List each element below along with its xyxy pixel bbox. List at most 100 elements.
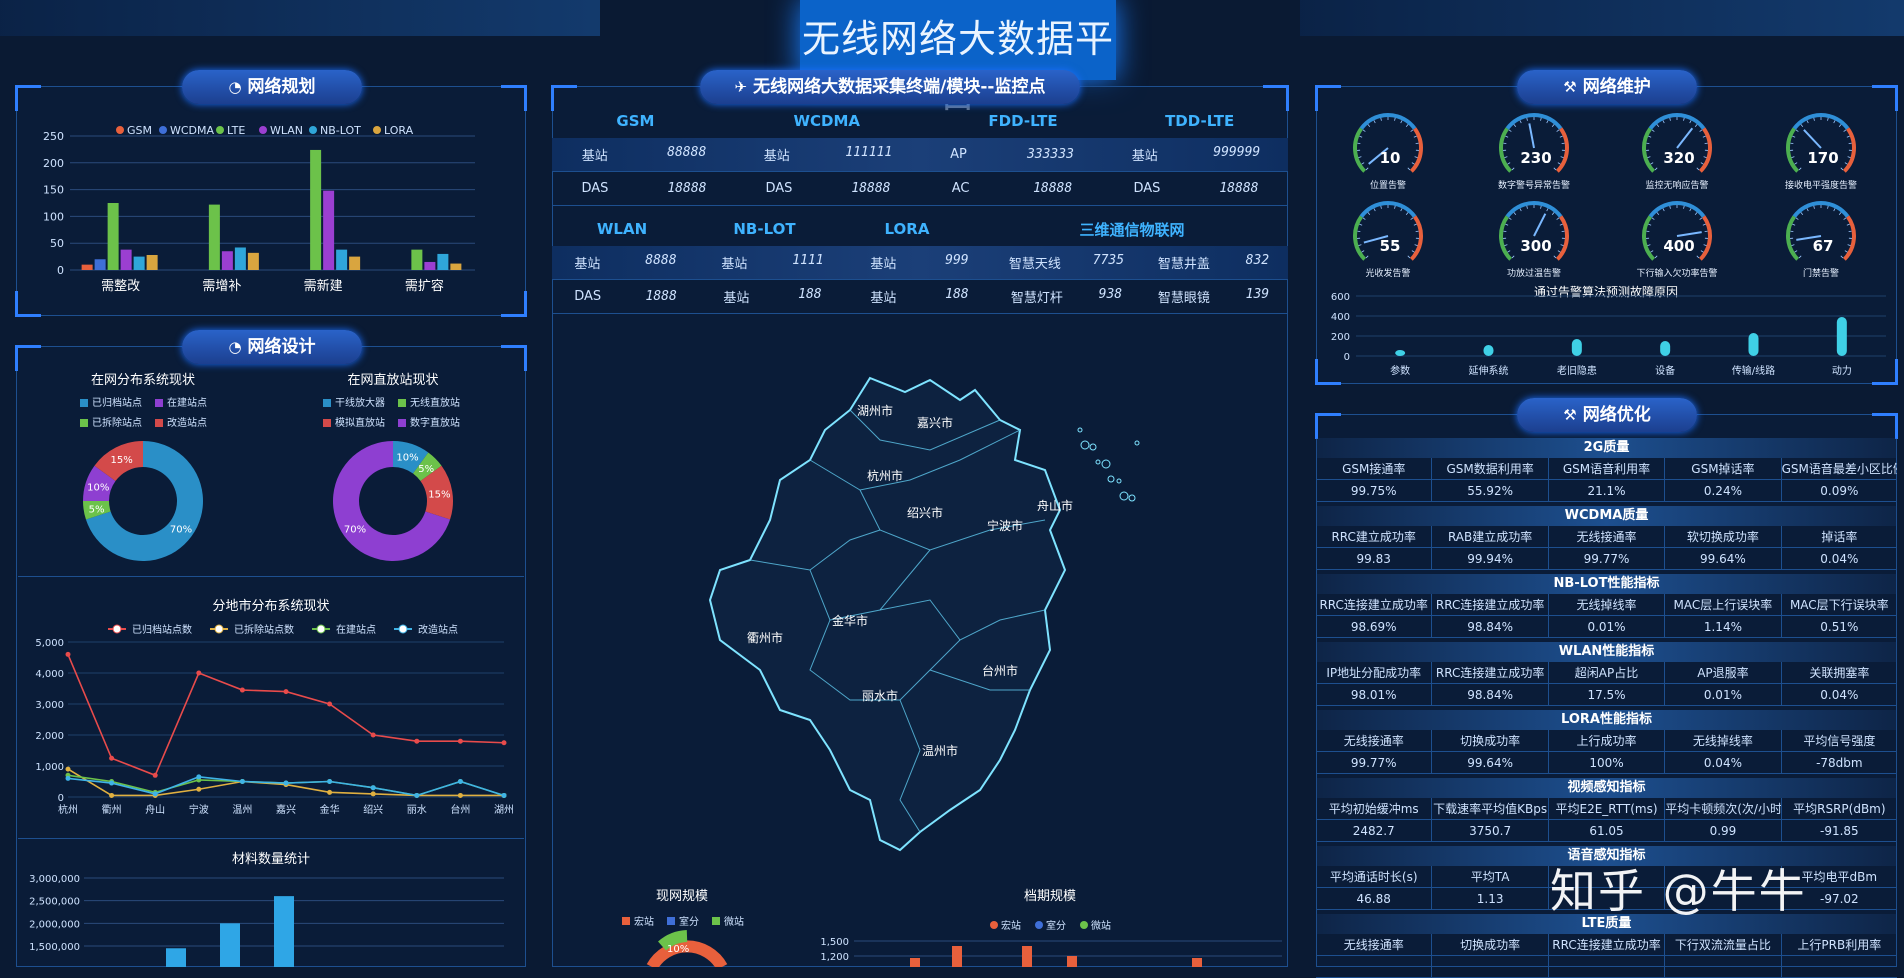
- gauge-tick: [1704, 245, 1707, 246]
- legend-swatch: [398, 399, 406, 407]
- monitor-cell[interactable]: 基站8888: [552, 253, 699, 272]
- island: [1096, 460, 1100, 464]
- city-label[interactable]: 绍兴市: [907, 505, 943, 520]
- kpi-value: 0.24%: [1665, 480, 1781, 501]
- monitor-cell[interactable]: 智慧井盖832: [1140, 253, 1287, 272]
- slice-label: 70%: [170, 525, 192, 536]
- monitor-cell[interactable]: 智慧灯杆938: [993, 287, 1140, 306]
- city-label[interactable]: 温州市: [922, 743, 958, 758]
- maintenance-title[interactable]: ⚒网络维护: [1517, 70, 1697, 104]
- design-title[interactable]: ◔网络设计: [182, 330, 362, 364]
- monitor-cell[interactable]: 智慧天线7735: [993, 253, 1140, 272]
- data-point: [458, 739, 463, 744]
- monitor-cell[interactable]: 基站1111: [699, 253, 846, 272]
- x-tick-label: 传输/线路: [1732, 364, 1775, 377]
- bar: [82, 265, 93, 270]
- monitor-cell[interactable]: DAS18888: [736, 181, 920, 196]
- optimization-title[interactable]: ⚒网络优化: [1517, 398, 1697, 432]
- monitor-cell[interactable]: 基站999: [846, 253, 993, 272]
- city-label[interactable]: 丽水市: [862, 688, 898, 703]
- city-label[interactable]: 湖州市: [857, 403, 893, 418]
- monitor-cell-value: 1888: [646, 289, 677, 304]
- monitor-cell[interactable]: AC18888: [920, 181, 1104, 196]
- island: [1120, 492, 1128, 500]
- bar: [323, 191, 334, 270]
- gauge-value: 55: [1380, 237, 1401, 255]
- bar: [336, 250, 347, 270]
- legend-swatch: [712, 917, 720, 925]
- monitor-cell[interactable]: 基站188: [846, 287, 993, 306]
- x-tick-label: 需扩容: [405, 278, 444, 294]
- legend-label: 改造站点: [167, 416, 207, 429]
- slice-label: 10%: [396, 452, 418, 463]
- bar: [209, 205, 220, 270]
- x-tick-label: 嘉兴: [276, 803, 296, 816]
- city-label[interactable]: 嘉兴市: [917, 415, 953, 430]
- gauge-tick: [1362, 251, 1365, 253]
- legend-label: 已归档站点数: [132, 623, 192, 636]
- gauge-label: 位置告警: [1370, 179, 1406, 191]
- data-point: [109, 793, 114, 798]
- kpi-value: 98.01%: [1316, 684, 1432, 705]
- monitor-cell[interactable]: DAS18888: [1104, 181, 1288, 196]
- kpi-name: 无线接通率: [1549, 526, 1665, 547]
- city-label[interactable]: 台州市: [982, 663, 1018, 678]
- gauge-tick: [1505, 136, 1508, 137]
- y-tick-label: 3,000,000: [29, 874, 80, 885]
- city-label[interactable]: 衢州市: [747, 630, 783, 645]
- data-point: [66, 776, 71, 781]
- city-label[interactable]: 宁波市: [987, 518, 1023, 533]
- y-tick-label: 2,000: [35, 731, 64, 742]
- data-point: [458, 779, 463, 784]
- slice-label: 10%: [87, 482, 109, 493]
- monitor-cell[interactable]: DAS18888: [552, 181, 736, 196]
- kpi-value: 0.99: [1665, 820, 1781, 841]
- x-tick-label: 老旧隐患: [1557, 364, 1597, 377]
- gauge-tick: [1701, 163, 1704, 165]
- bar: [411, 250, 422, 270]
- legend-swatch: [116, 126, 124, 134]
- kpi-name: 无线掉线率: [1665, 730, 1781, 751]
- legend-label: WLAN: [270, 124, 303, 137]
- y-tick-label: 2,500,000: [29, 897, 80, 908]
- gauge-tick: [1697, 168, 1699, 170]
- planning-title[interactable]: ◔网络规划: [182, 70, 362, 104]
- kpi-value-row: 99.75%55.92%21.1%0.24%0.09%: [1316, 480, 1897, 502]
- monitor-cell[interactable]: 基站188: [699, 287, 846, 306]
- gauge-tick: [1839, 212, 1841, 214]
- monitor-cell-value: 832: [1246, 253, 1269, 272]
- zhejiang-map[interactable]: 湖州市嘉兴市杭州市绍兴市宁波市舟山市衢州市 金华市台州市丽水市温州市: [700, 370, 1160, 870]
- gauge-tick: [1363, 218, 1365, 220]
- city-line-chart: 分地市分布系统现状已归档站点数已拆除站点数在建站点改造站点01,0002,000…: [18, 592, 524, 822]
- gauge-tick: [1807, 208, 1808, 211]
- gauge-tick: [1796, 218, 1798, 220]
- city-label[interactable]: 杭州市: [867, 468, 903, 483]
- title-bar: 无线网络大数据平台: [0, 0, 1904, 80]
- monitor-cell[interactable]: 基站111111: [736, 145, 920, 164]
- gauge-tick: [1527, 118, 1528, 121]
- kpi-name: 上行成功率: [1549, 730, 1665, 751]
- data-point: [284, 781, 289, 786]
- gauge-tick: [1508, 163, 1511, 165]
- monitor-cell[interactable]: DAS1888: [552, 289, 699, 304]
- current-scale-title: 现网规模: [656, 889, 708, 904]
- kpi-name: RRC连接建立成功率: [1432, 662, 1548, 683]
- fault-bar-chart: 通过告警算法预测故障原因0200400600参数延伸系统老旧隐患设备传输/线路动…: [1316, 284, 1897, 384]
- gauge-tick: [1703, 224, 1706, 225]
- city-label[interactable]: 舟山市: [1037, 498, 1073, 513]
- monitor-cell-value: 999: [945, 253, 968, 272]
- legend-swatch: [113, 625, 121, 633]
- kpi-name: 超闲AP占比: [1549, 662, 1665, 683]
- monitor-cell[interactable]: 智慧眼镜139: [1140, 287, 1287, 306]
- gauge-tick: [1554, 168, 1556, 170]
- monitor-cell[interactable]: 基站999999: [1104, 145, 1288, 164]
- monitor-cell[interactable]: AP333333: [920, 147, 1104, 162]
- city-label[interactable]: 金华市: [832, 613, 868, 628]
- data-point: [458, 793, 463, 798]
- data-point: [153, 773, 158, 778]
- gauge-tick: [1655, 168, 1657, 170]
- monitor-cell[interactable]: 基站88888: [552, 145, 736, 164]
- kpi-name: 平均卡顿频次(次/小时): [1665, 798, 1781, 819]
- bar: [349, 257, 360, 270]
- center-title[interactable]: ✈无线网络大数据采集终端/模块--监控点: [700, 70, 1080, 104]
